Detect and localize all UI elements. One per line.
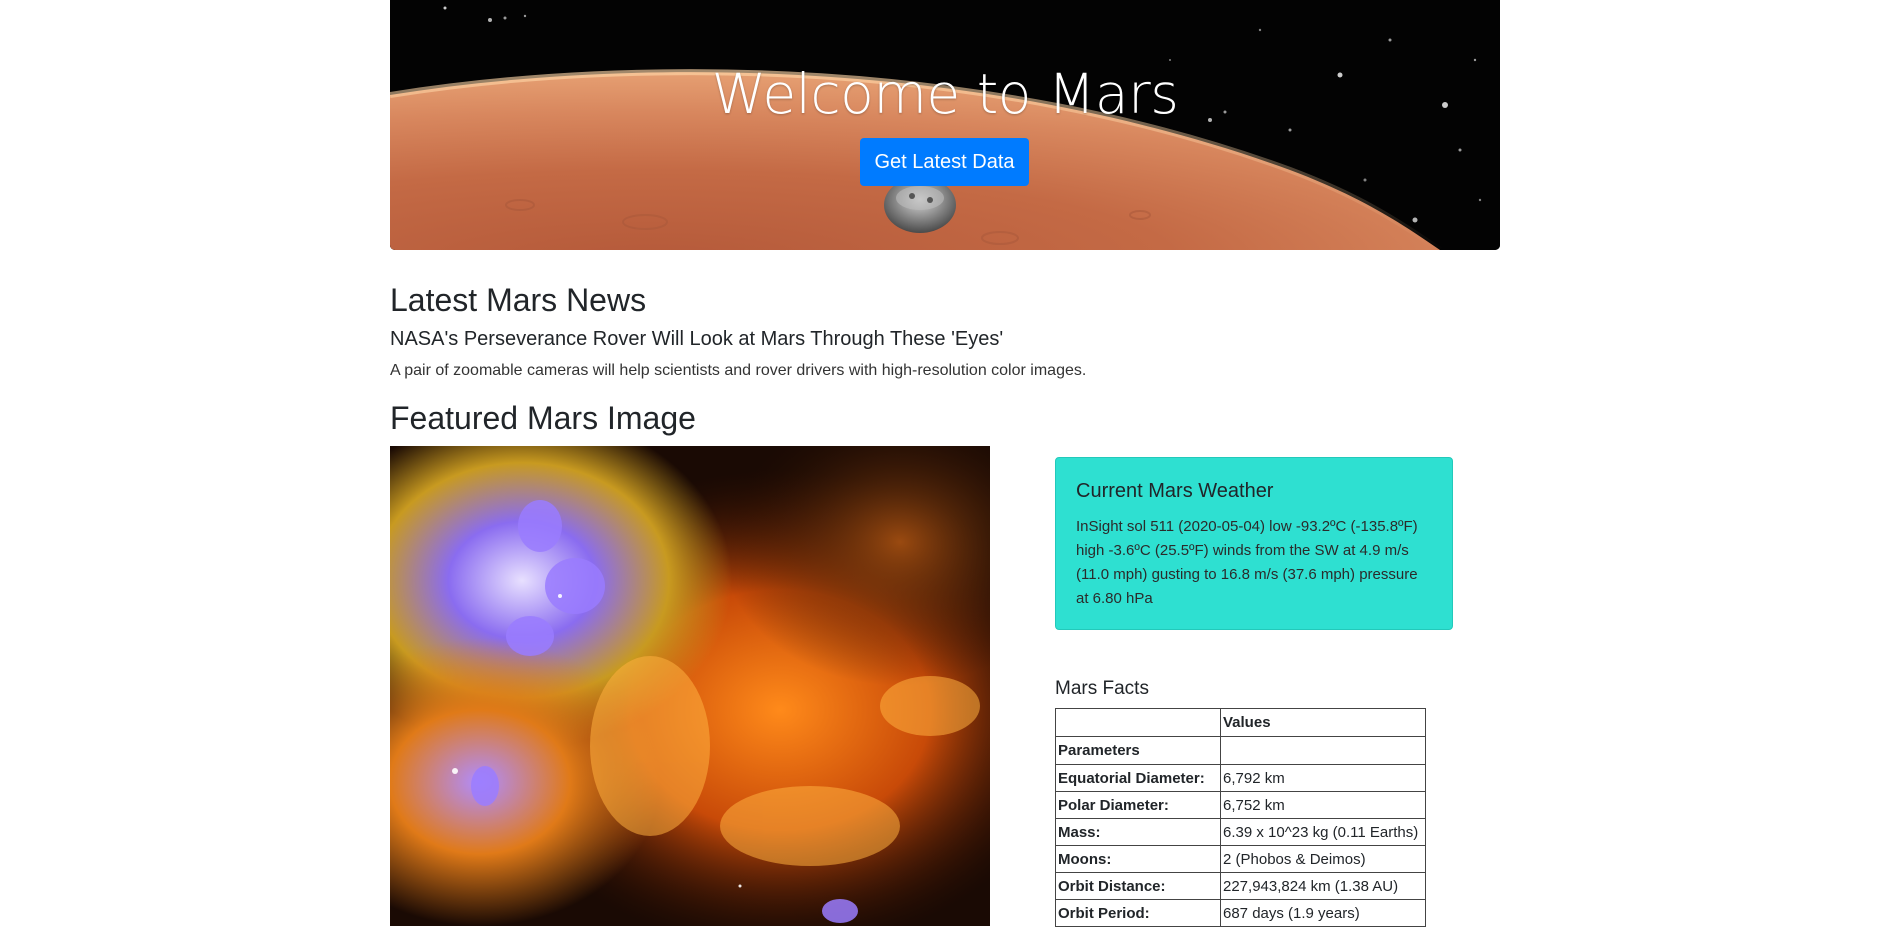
column-header-blank	[1055, 708, 1221, 737]
news-teaser: A pair of zoomable cameras will help sci…	[390, 362, 1087, 379]
table-row: Polar Diameter: 6,752 km	[1055, 791, 1426, 819]
weather-text: InSight sol 511 (2020-05-04) low -93.2ºC…	[1076, 518, 1418, 607]
column-header-values: Values	[1220, 708, 1426, 737]
fact-parameter: Orbit Period:	[1055, 899, 1221, 927]
news-section-heading: Latest Mars News	[390, 282, 647, 318]
news-title: NASA's Perseverance Rover Will Look at M…	[390, 328, 1004, 350]
get-latest-data-button[interactable]: Get Latest Data	[860, 138, 1029, 186]
hero-banner: Welcome to Mars Get Latest Data	[390, 0, 1500, 250]
table-index-row: Parameters	[1055, 736, 1426, 765]
facts-table: Values Parameters Equatorial Diameter: 6…	[1055, 708, 1426, 927]
facts-heading: Mars Facts	[1055, 678, 1149, 699]
table-row: Equatorial Diameter: 6,792 km	[1055, 764, 1426, 792]
table-row: Orbit Distance: 227,943,824 km (1.38 AU)	[1055, 872, 1426, 900]
fact-parameter: Orbit Distance:	[1055, 872, 1221, 900]
table-row: Moons: 2 (Phobos & Deimos)	[1055, 845, 1426, 873]
hero-title: Welcome to Mars	[711, 62, 1179, 126]
fact-value: 6,792 km	[1220, 764, 1426, 792]
fact-value: 687 days (1.9 years)	[1220, 899, 1426, 927]
weather-card: Current Mars Weather InSight sol 511 (20…	[1055, 457, 1453, 630]
fact-value: 2 (Phobos & Deimos)	[1220, 845, 1426, 873]
featured-image-heading: Featured Mars Image	[390, 400, 696, 436]
index-label: Parameters	[1055, 736, 1221, 765]
weather-title: Current Mars Weather	[1076, 480, 1274, 502]
fact-parameter: Equatorial Diameter:	[1055, 764, 1221, 792]
fact-value: 227,943,824 km (1.38 AU)	[1220, 872, 1426, 900]
fact-value: 6.39 x 10^23 kg (0.11 Earths)	[1220, 818, 1426, 846]
fact-parameter: Mass:	[1055, 818, 1221, 846]
table-header-row: Values	[1055, 708, 1426, 737]
fact-parameter: Polar Diameter:	[1055, 791, 1221, 819]
table-row: Orbit Period: 687 days (1.9 years)	[1055, 899, 1426, 927]
index-blank	[1220, 736, 1426, 765]
table-row: Mass: 6.39 x 10^23 kg (0.11 Earths)	[1055, 818, 1426, 846]
fact-parameter: Moons:	[1055, 845, 1221, 873]
featured-mars-image	[390, 446, 990, 926]
fact-value: 6,752 km	[1220, 791, 1426, 819]
